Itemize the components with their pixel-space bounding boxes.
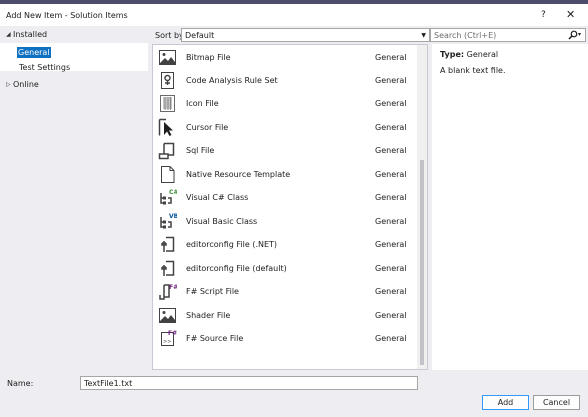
item-name: Native Resource Template bbox=[186, 170, 291, 179]
list-item[interactable]: C# Visual C# Class General bbox=[153, 186, 415, 209]
search-icon[interactable] bbox=[568, 30, 578, 40]
sort-by-dropdown[interactable]: Default ▼ bbox=[181, 28, 430, 42]
tree-label-installed: Installed bbox=[13, 30, 48, 39]
help-button[interactable]: ? bbox=[541, 10, 546, 20]
item-name: Visual C# Class bbox=[186, 193, 249, 202]
item-category: General bbox=[375, 217, 407, 226]
list-scrollbar[interactable] bbox=[417, 45, 427, 369]
item-name: Icon File bbox=[186, 99, 219, 108]
close-button[interactable]: ✕ bbox=[566, 8, 575, 21]
type-value: General bbox=[466, 50, 499, 59]
tree-node-test-settings[interactable]: Test Settings bbox=[19, 61, 70, 74]
list-item[interactable]: editorconfig File (.NET) General bbox=[153, 233, 415, 256]
item-category: General bbox=[375, 264, 407, 273]
item-category: General bbox=[375, 287, 407, 296]
list-item[interactable]: VB Visual Basic Class General bbox=[153, 210, 415, 233]
svg-text:VB: VB bbox=[169, 213, 177, 220]
search-placeholder: Search (Ctrl+E) bbox=[434, 31, 497, 40]
item-description: A blank text file. bbox=[440, 66, 506, 75]
item-name: F# Script File bbox=[186, 287, 239, 296]
sort-by-value: Default bbox=[185, 31, 215, 40]
item-category: General bbox=[375, 240, 407, 249]
name-label: Name: bbox=[7, 379, 34, 388]
details-pane: Type: General A blank text file. bbox=[432, 44, 588, 370]
item-category: General bbox=[375, 123, 407, 132]
cursor-file-icon bbox=[158, 118, 173, 136]
template-tree: ◢ Installed General Test Settings ▷ Onli… bbox=[0, 26, 148, 370]
svg-text:>>: >> bbox=[163, 339, 171, 345]
item-name: Cursor File bbox=[186, 123, 229, 132]
dialog-title: Add New Item - Solution Items bbox=[6, 11, 128, 20]
svg-text:F#: F# bbox=[168, 330, 177, 337]
item-name: F# Source File bbox=[186, 334, 244, 343]
fsharp-source-icon: >> F# bbox=[161, 330, 177, 346]
item-name: Sql File bbox=[186, 146, 215, 155]
search-input[interactable]: Search (Ctrl+E) ▾ bbox=[430, 28, 586, 42]
item-name: Visual Basic Class bbox=[186, 217, 258, 226]
scrollbar-thumb[interactable] bbox=[420, 160, 424, 365]
list-item[interactable]: Icon File General bbox=[153, 92, 415, 115]
item-name: Bitmap File bbox=[186, 53, 231, 62]
svg-text:C#: C# bbox=[169, 189, 177, 196]
chevron-down-icon: ▼ bbox=[421, 32, 426, 39]
item-category: General bbox=[375, 53, 407, 62]
item-name: editorconfig File (.NET) bbox=[186, 240, 278, 249]
item-category: General bbox=[375, 76, 407, 85]
item-category: General bbox=[375, 99, 407, 108]
item-name: Code Analysis Rule Set bbox=[186, 76, 278, 85]
resource-template-icon bbox=[161, 166, 175, 183]
svg-text:F#: F# bbox=[169, 284, 177, 291]
editorconfig-icon bbox=[161, 236, 175, 252]
tree-node-general[interactable]: General bbox=[17, 47, 51, 58]
item-category: General bbox=[375, 311, 407, 320]
type-row: Type: General bbox=[440, 50, 498, 59]
item-category: General bbox=[375, 170, 407, 179]
list-item[interactable]: Code Analysis Rule Set General bbox=[153, 69, 415, 92]
list-item[interactable]: >> F# F# Source File General bbox=[153, 327, 415, 350]
search-options-icon[interactable]: ▾ bbox=[578, 31, 581, 38]
sort-toolbar: Sort by: Default ▼ bbox=[148, 26, 465, 44]
template-list: Bitmap File General Code Analysis Rule S… bbox=[152, 44, 428, 370]
title-bar: Add New Item - Solution Items ? ✕ bbox=[0, 4, 588, 26]
editorconfig-icon bbox=[161, 260, 175, 276]
item-name: editorconfig File (default) bbox=[186, 264, 287, 273]
shader-file-icon bbox=[159, 308, 176, 323]
list-item[interactable]: Sql File General bbox=[153, 139, 415, 162]
sql-file-icon bbox=[158, 142, 175, 160]
icon-file-icon bbox=[160, 95, 175, 112]
list-item[interactable]: Shader File General bbox=[153, 304, 415, 327]
type-label: Type: bbox=[440, 50, 465, 59]
vb-class-icon: VB bbox=[160, 213, 177, 229]
name-field-value: TextFile1.txt bbox=[84, 379, 133, 388]
list-item[interactable]: Bitmap File General bbox=[153, 46, 415, 69]
expanded-arrow-icon[interactable]: ◢ bbox=[6, 28, 11, 41]
bitmap-icon bbox=[159, 50, 176, 65]
cancel-button[interactable]: Cancel bbox=[533, 395, 580, 410]
list-item[interactable]: Native Resource Template General bbox=[153, 163, 415, 186]
add-button[interactable]: Add bbox=[482, 395, 529, 410]
item-category: General bbox=[375, 146, 407, 155]
tree-label-online: Online bbox=[13, 80, 39, 89]
item-category: General bbox=[375, 193, 407, 202]
item-category: General bbox=[375, 334, 407, 343]
csharp-class-icon: C# bbox=[160, 189, 177, 205]
name-field[interactable]: TextFile1.txt bbox=[80, 376, 418, 390]
list-item[interactable]: Cursor File General bbox=[153, 116, 415, 139]
list-item[interactable]: editorconfig File (default) General bbox=[153, 257, 415, 280]
fsharp-script-icon: F# bbox=[159, 284, 177, 300]
collapsed-arrow-icon[interactable]: ▷ bbox=[6, 78, 11, 91]
item-name: Shader File bbox=[186, 311, 231, 320]
list-item[interactable]: F# F# Script File General bbox=[153, 280, 415, 303]
rule-set-icon bbox=[161, 72, 174, 89]
